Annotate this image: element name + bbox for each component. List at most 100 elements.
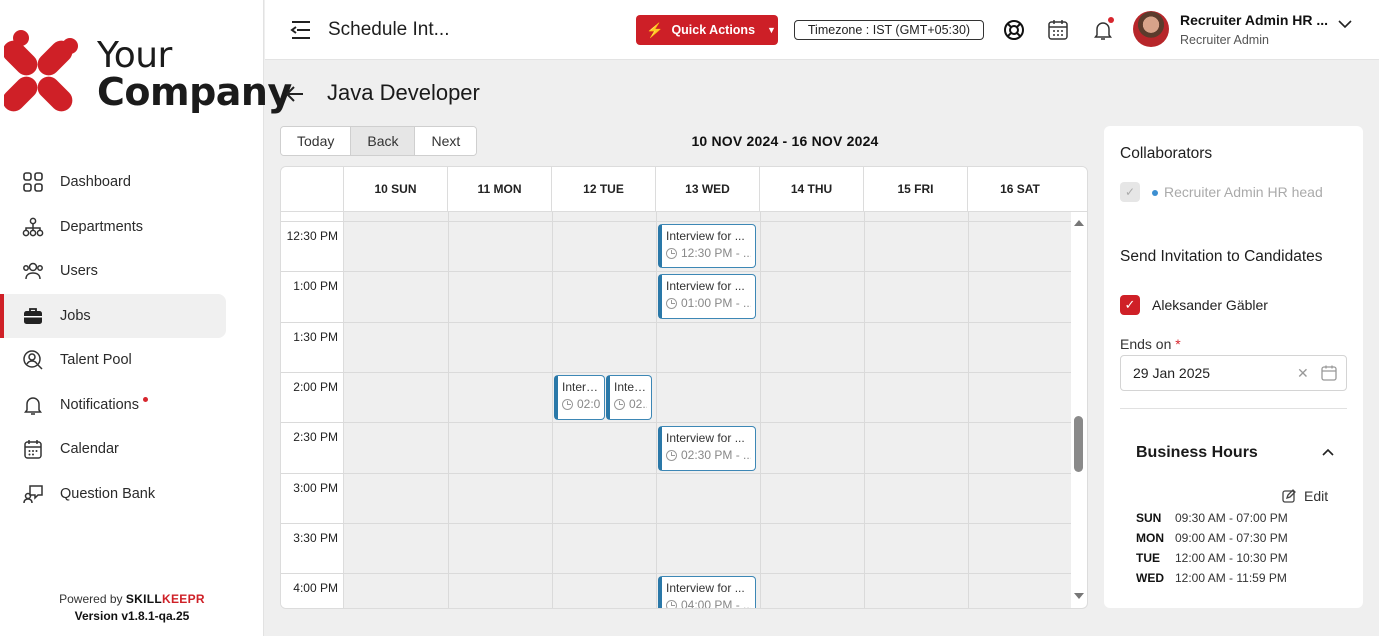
sidebar-item-question-bank[interactable]: Question Bank — [0, 472, 264, 517]
sidebar-item-users[interactable]: Users — [0, 249, 264, 294]
time-label: 3:00 PM — [293, 481, 338, 495]
clock-icon — [562, 398, 573, 410]
scroll-up-arrow-icon[interactable] — [1074, 220, 1084, 226]
clock-icon — [614, 398, 625, 410]
business-hours-row: SUN 09:30 AM - 07:00 PM — [1136, 511, 1288, 525]
business-hours-row: WED 12:00 AM - 11:59 PM — [1136, 571, 1287, 585]
powered-by: Powered by SKILLKEEPR — [59, 592, 205, 606]
interview-event[interactable]: Interview for ... 02:30 PM - ... — [658, 426, 756, 471]
ends-on-label: Ends on * — [1120, 336, 1181, 352]
notification-dot — [1108, 17, 1114, 23]
sidebar-item-departments[interactable]: Departments — [0, 205, 264, 250]
calendar-icon — [22, 438, 44, 460]
ends-on-date-field[interactable] — [1120, 355, 1347, 391]
edit-icon — [1282, 489, 1296, 503]
day-header[interactable]: 12 TUE — [552, 167, 656, 211]
interview-event[interactable]: Interview for ... 04:00 PM - ... — [658, 576, 756, 608]
user-role: Recruiter Admin — [1180, 33, 1269, 47]
logo-line1: Your — [97, 35, 172, 76]
powered-brand-a: SKILL — [125, 592, 163, 606]
job-title: Java Developer — [327, 80, 480, 105]
sidebar-item-dashboard[interactable]: Dashboard — [0, 160, 264, 205]
business-hours-row: TUE 12:00 AM - 10:30 PM — [1136, 551, 1288, 565]
page-title: Schedule Int... — [328, 19, 450, 40]
week-calendar: 10 SUN 11 MON 12 TUE 13 WED 14 THU 15 FR… — [280, 166, 1088, 609]
sidebar-item-calendar[interactable]: Calendar — [0, 427, 264, 472]
sidebar: Your Company Dashboard Departments Users — [0, 0, 292, 636]
clock-icon — [666, 599, 677, 608]
time-label: 1:00 PM — [293, 279, 338, 293]
calendar-icon[interactable] — [1046, 18, 1070, 42]
clear-icon[interactable]: ✕ — [1297, 365, 1309, 382]
sidebar-item-notifications[interactable]: Notifications — [0, 383, 264, 428]
time-label: 1:30 PM — [293, 330, 338, 344]
sidebar-nav: Dashboard Departments Users Jobs Talent … — [0, 160, 264, 516]
calendar-nav-buttons: Today Back Next — [280, 126, 478, 156]
time-label: 4:00 PM — [293, 581, 338, 595]
avatar[interactable] — [1133, 11, 1169, 47]
notification-dot — [142, 397, 148, 403]
chevron-down-icon[interactable] — [1337, 16, 1353, 32]
sidebar-item-label: Departments — [60, 218, 144, 235]
sidebar-item-jobs[interactable]: Jobs — [0, 293, 226, 338]
calendar-grid[interactable]: 12:30 PM 1:00 PM 1:30 PM 2:00 PM 2:30 PM… — [281, 212, 1071, 608]
org-chart-icon — [22, 216, 44, 238]
day-header[interactable]: 11 MON — [448, 167, 552, 211]
sidebar-item-label: Dashboard — [60, 174, 131, 191]
clock-icon — [666, 297, 677, 309]
day-header[interactable]: 10 SUN — [344, 167, 448, 211]
candidate-checkbox[interactable]: ✓ — [1120, 295, 1140, 315]
menu-collapse-icon[interactable] — [289, 18, 313, 42]
day-header[interactable]: 16 SAT — [968, 167, 1072, 211]
calendar-scrollbar[interactable] — [1070, 212, 1086, 609]
help-lifebuoy-icon[interactable] — [1002, 18, 1026, 42]
logo-line2: Company — [97, 70, 292, 114]
bell-icon — [22, 394, 44, 416]
time-label: 3:30 PM — [293, 531, 338, 545]
invite-heading: Send Invitation to Candidates — [1120, 248, 1323, 265]
scroll-thumb[interactable] — [1074, 416, 1083, 472]
bell-icon[interactable] — [1091, 17, 1115, 42]
schedule-side-panel: Collaborators ✓ Recruiter Admin HR head … — [1104, 126, 1363, 608]
calendar-icon[interactable] — [1320, 364, 1338, 382]
collaborator-checkbox: ✓ — [1120, 182, 1140, 202]
sidebar-item-label: Calendar — [60, 441, 119, 458]
time-label: 12:30 PM — [286, 229, 338, 243]
sidebar-item-label: Talent Pool — [60, 352, 132, 369]
edit-business-hours-button[interactable]: Edit — [1282, 488, 1328, 504]
company-logo[interactable]: Your Company — [4, 26, 292, 118]
app-version: Version v1.8.1-qa.25 — [74, 609, 190, 623]
clock-icon — [666, 247, 677, 259]
next-button[interactable]: Next — [415, 127, 477, 155]
collaborator-name: Recruiter Admin HR head — [1152, 184, 1323, 200]
clock-icon — [666, 449, 677, 461]
user-search-icon — [22, 349, 44, 371]
caret-down-icon: ▼ — [767, 25, 776, 35]
interview-event[interactable]: Interview for ... 01:00 PM - ... — [658, 274, 756, 319]
quick-actions-button[interactable]: ⚡ Quick Actions ▼ — [636, 15, 778, 45]
back-arrow-icon[interactable] — [284, 83, 306, 105]
briefcase-icon — [22, 305, 44, 327]
time-label: 2:00 PM — [293, 380, 338, 394]
sidebar-item-label: Question Bank — [60, 485, 156, 502]
today-button[interactable]: Today — [281, 127, 352, 155]
scroll-down-arrow-icon[interactable] — [1074, 593, 1084, 599]
quick-actions-label: Quick Actions — [671, 23, 756, 37]
collaborators-heading: Collaborators — [1120, 145, 1213, 162]
back-button[interactable]: Back — [351, 127, 416, 155]
interview-event[interactable]: Inter... 02... — [606, 375, 652, 420]
powered-brand-b: KEEPR — [162, 592, 205, 606]
sidebar-item-label: Users — [60, 263, 98, 280]
interview-event[interactable]: Interview for ... 12:30 PM - ... — [658, 224, 756, 268]
timezone-selector[interactable]: Timezone : IST (GMT+05:30) — [794, 20, 984, 40]
lightning-icon: ⚡ — [646, 21, 664, 38]
chevron-up-icon[interactable] — [1320, 445, 1336, 461]
sidebar-item-label: Notifications — [60, 396, 139, 413]
grid-icon — [22, 171, 44, 193]
day-header[interactable]: 13 WED — [656, 167, 760, 211]
day-header[interactable]: 15 FRI — [864, 167, 968, 211]
day-header[interactable]: 14 THU — [760, 167, 864, 211]
sidebar-item-talent-pool[interactable]: Talent Pool — [0, 338, 264, 383]
business-hours-row: MON 09:00 AM - 07:30 PM — [1136, 531, 1288, 545]
interview-event[interactable]: Intervie 02:00 — [554, 375, 605, 420]
